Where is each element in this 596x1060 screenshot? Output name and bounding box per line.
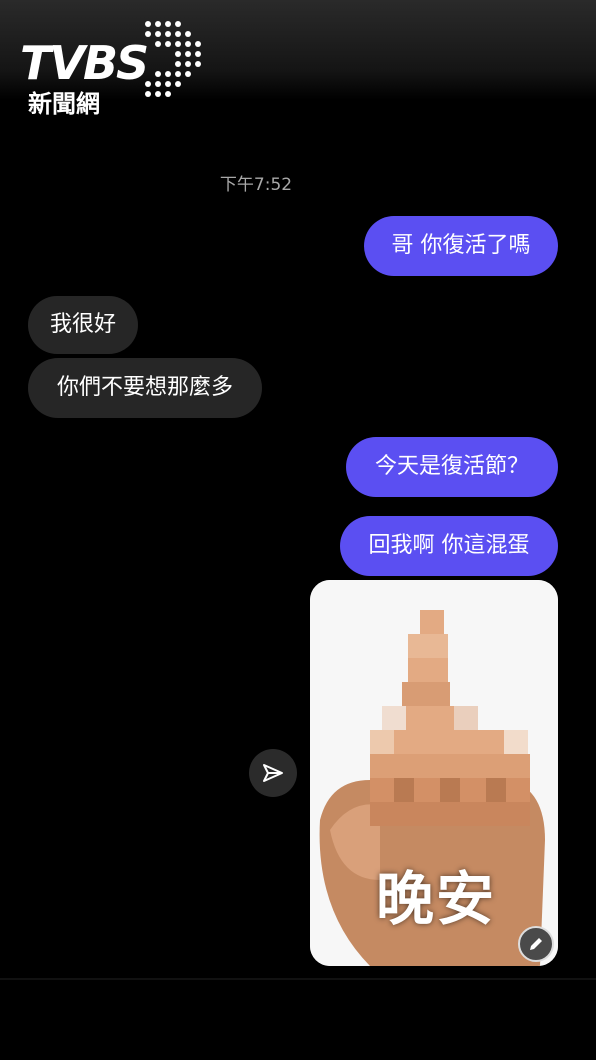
received-message-bubble[interactable]: 你們不要想那麼多 xyxy=(28,358,262,418)
sent-message-bubble[interactable]: 哥 你復活了嗎 xyxy=(364,216,558,276)
message-timestamp: 下午7:52 xyxy=(219,175,293,195)
edit-button[interactable] xyxy=(518,926,554,962)
tvbs-logo-watermark: TVBS 新聞網 xyxy=(20,18,201,118)
share-button[interactable] xyxy=(249,749,297,797)
sent-message-bubble[interactable]: 回我啊 你這混蛋 xyxy=(340,516,558,576)
sticker-caption: 晚安 xyxy=(376,865,497,933)
logo-sub-text: 新聞網 xyxy=(28,90,100,118)
received-message-bubble[interactable]: 我很好 xyxy=(28,296,138,354)
send-arrow-icon xyxy=(263,764,283,782)
pencil-icon xyxy=(530,938,542,950)
divider xyxy=(0,978,596,980)
logo-brand-text: TVBS xyxy=(20,36,149,90)
sent-message-bubble[interactable]: 今天是復活節？ xyxy=(346,437,558,497)
sticker-image[interactable]: 晚安 xyxy=(310,580,558,966)
